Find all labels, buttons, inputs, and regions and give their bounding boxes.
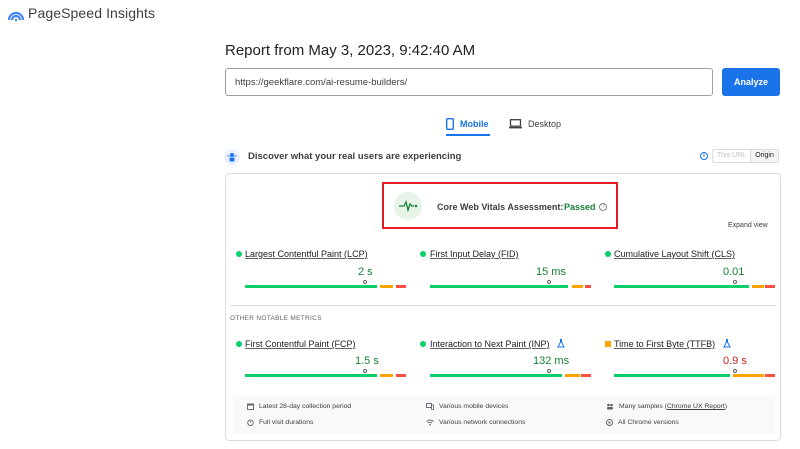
devices-icon (426, 403, 434, 410)
metric-ttfb-name[interactable]: Time to First Byte (TTFB) (614, 339, 715, 349)
metric-fcp-name[interactable]: First Contentful Paint (FCP) (245, 339, 356, 349)
metric-fid-value: 15 ms (536, 266, 566, 278)
desktop-icon (509, 119, 522, 129)
samples-prefix: Many samples ( (619, 403, 667, 410)
metric-ttfb-distribution-bar (614, 374, 775, 377)
analyze-button[interactable]: Analyze (722, 68, 780, 96)
metric-fcp-value: 1.5 s (355, 355, 379, 367)
discover-heading: Discover what your real users are experi… (248, 151, 462, 162)
experimental-flask-icon (557, 339, 565, 348)
app-title[interactable]: PageSpeed Insights (28, 5, 155, 21)
metric-fid-marker (547, 280, 551, 284)
timer-icon (247, 419, 254, 426)
devices-item: Various mobile devices (426, 403, 508, 410)
metric-fcp-marker (363, 369, 367, 373)
tab-desktop[interactable]: Desktop (509, 113, 561, 135)
metric-inp-name[interactable]: Interaction to Next Paint (INP) (430, 339, 550, 349)
samples-item: Many samples (Chrome UX Report) (606, 403, 727, 410)
network-text: Various network connections (439, 419, 526, 426)
metric-fid-name[interactable]: First Input Delay (FID) (430, 249, 519, 259)
visit-durations-item: Full visit durations (247, 419, 313, 426)
samples-suffix: ) (724, 403, 728, 410)
ttfb-status-icon (605, 341, 611, 347)
devices-text: Various mobile devices (439, 403, 509, 410)
section-divider (230, 305, 776, 306)
metric-lcp-distribution-bar (245, 285, 406, 288)
metric-inp-value: 132 ms (533, 355, 570, 367)
visit-durations-text: Full visit durations (259, 419, 314, 426)
mobile-icon (446, 118, 454, 130)
chrome-versions-item: All Chrome versions (606, 419, 679, 426)
top-bar: PageSpeed Insights (0, 0, 800, 32)
tab-desktop-label: Desktop (528, 119, 562, 129)
cwv-assessment-status: Passed (564, 202, 596, 212)
lcp-status-icon (236, 251, 242, 257)
vitals-pulse-icon (394, 192, 422, 220)
tab-mobile-label: Mobile (460, 119, 489, 129)
metric-cls-value: 0.01 (723, 266, 745, 278)
fid-status-icon (420, 251, 426, 257)
chrome-ux-report-link[interactable]: Chrome UX Report (667, 403, 725, 410)
experimental-flask-icon (723, 339, 731, 348)
metric-ttfb-marker (733, 369, 737, 373)
metric-fid-distribution-bar (430, 285, 591, 288)
metric-inp-marker (547, 369, 551, 373)
wifi-icon (426, 419, 434, 426)
help-icon[interactable]: ? (599, 203, 607, 211)
metric-inp-distribution-bar (430, 374, 591, 377)
collection-period-text: Latest 28-day collection period (259, 403, 352, 410)
people-icon (607, 403, 613, 410)
inp-status-icon (420, 341, 426, 347)
chrome-versions-text: All Chrome versions (618, 419, 679, 426)
cls-status-icon (605, 251, 611, 257)
report-title: Report from May 3, 2023, 9:42:40 AM (225, 42, 476, 59)
network-item: Various network connections (426, 419, 525, 426)
url-origin-toggle: This URL Origin (712, 149, 779, 163)
expand-view-button[interactable]: Expand view (728, 222, 768, 229)
active-tab-indicator (446, 134, 490, 136)
collection-info-footer (233, 396, 775, 434)
other-metrics-heading: OTHER NOTABLE METRICS (230, 315, 322, 322)
metric-fcp-distribution-bar (245, 374, 406, 377)
metric-lcp-marker (363, 280, 367, 284)
url-input[interactable] (225, 68, 713, 96)
metric-lcp-name[interactable]: Largest Contentful Paint (LCP) (245, 249, 368, 259)
fcp-status-icon (236, 341, 242, 347)
tab-mobile[interactable]: Mobile (446, 113, 489, 135)
calendar-icon (247, 403, 254, 410)
cwv-assessment-label: Core Web Vitals Assessment: (437, 202, 564, 212)
metric-cls-marker (733, 280, 737, 284)
metric-cls-distribution-bar (614, 285, 775, 288)
chrome-icon (606, 419, 613, 426)
metric-lcp-value: 2 s (358, 266, 373, 278)
metric-cls-name[interactable]: Cumulative Layout Shift (CLS) (614, 249, 735, 259)
this-url-toggle[interactable]: This URL (713, 150, 750, 162)
info-icon[interactable]: i (700, 152, 708, 160)
origin-toggle[interactable]: Origin (750, 150, 778, 162)
metric-ttfb-value: 0.9 s (723, 355, 747, 367)
pagespeed-logo-icon[interactable] (8, 8, 24, 22)
collection-period-item: Latest 28-day collection period (247, 403, 351, 410)
users-icon (224, 149, 240, 165)
